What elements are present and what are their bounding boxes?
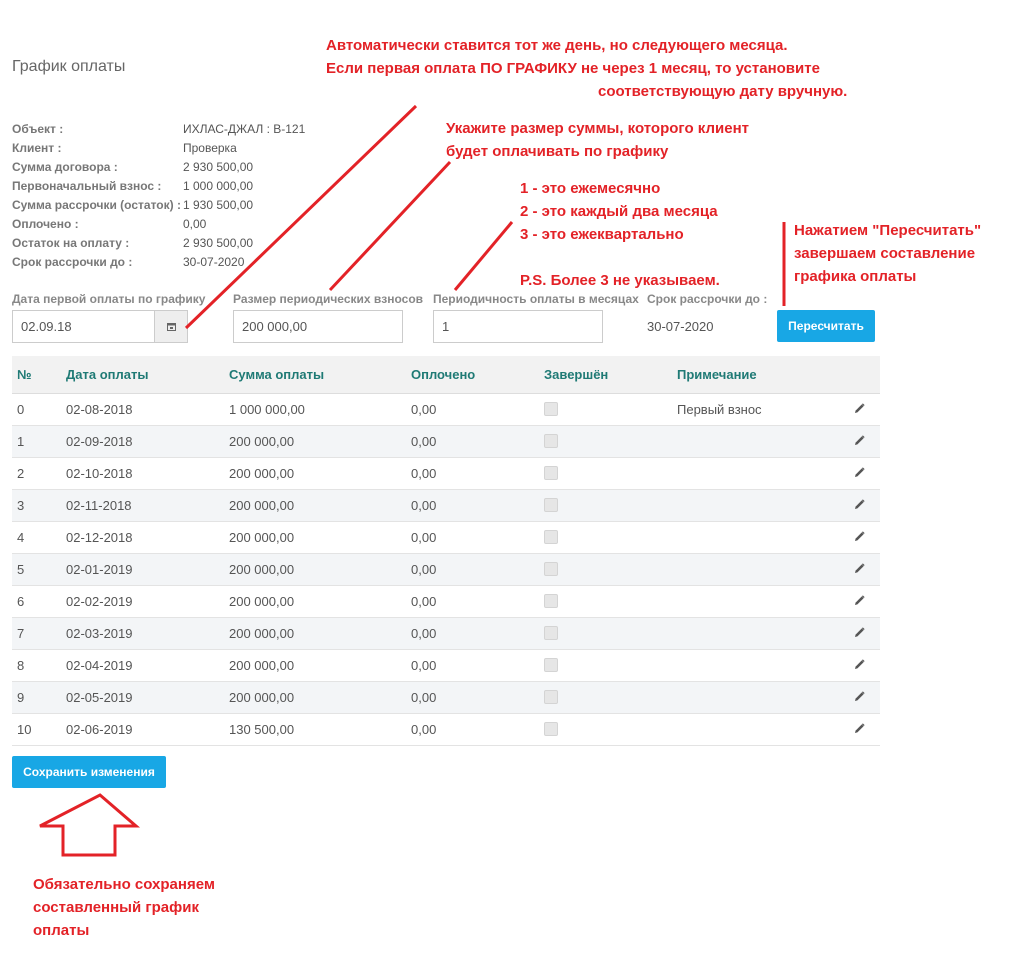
- pointer-line-frequency: [453, 221, 514, 291]
- pointer-line-amount: [328, 160, 452, 292]
- pointer-line-date: [184, 104, 418, 330]
- annotation-pointers: [39, 104, 786, 857]
- up-arrow-icon: [39, 793, 141, 857]
